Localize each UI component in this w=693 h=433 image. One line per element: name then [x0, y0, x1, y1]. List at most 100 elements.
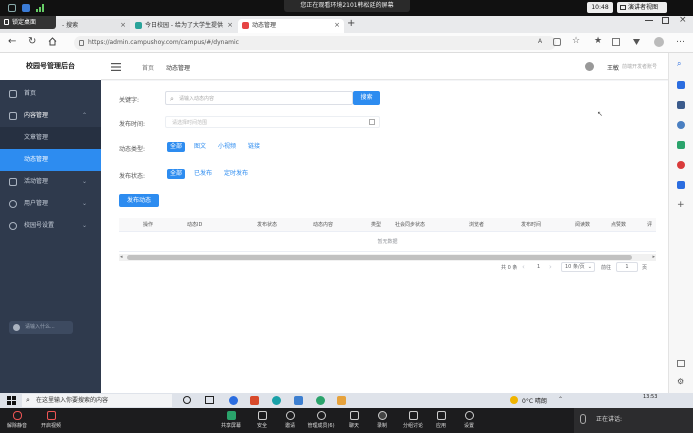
tag-icon[interactable]	[677, 81, 685, 89]
breakout-rooms-button[interactable]: 分组讨论	[400, 410, 426, 431]
scrollbar-thumb[interactable]	[127, 255, 632, 260]
panel-layout-icon[interactable]	[677, 360, 685, 367]
start-video-button[interactable]: 开启视频	[38, 410, 64, 431]
sidebar-item-home[interactable]: 首页	[0, 83, 101, 105]
close-icon[interactable]: ×	[227, 19, 233, 32]
security-button[interactable]: 安全	[249, 410, 275, 431]
sidebar-item-content[interactable]: 内容管理 ⌃	[0, 105, 101, 127]
new-tab-button[interactable]: +	[347, 18, 355, 29]
sidebar-item-dynamics[interactable]: 动态管理	[0, 149, 101, 171]
windows-start-icon[interactable]	[7, 396, 16, 405]
maximize-icon[interactable]	[662, 17, 669, 24]
lock-desktop-tip[interactable]: 锁定桌面	[0, 16, 56, 29]
breadcrumb-home[interactable]: 首页	[142, 63, 154, 72]
app-icon[interactable]	[250, 396, 259, 405]
record-button[interactable]: 录制	[369, 410, 395, 431]
menu-toggle-icon[interactable]	[111, 63, 121, 71]
gear-icon[interactable]: ⚙	[677, 377, 684, 386]
close-icon[interactable]: ×	[334, 19, 340, 32]
status-option-published[interactable]: 已发布	[191, 169, 215, 179]
collections-icon[interactable]	[612, 38, 620, 46]
window-close-icon[interactable]: ×	[679, 15, 687, 25]
taskbar-clock[interactable]: 13:53	[643, 394, 657, 400]
keyword-input[interactable]: ⌕ 请输入动态内容	[165, 91, 353, 105]
taskbar-search-input[interactable]: ⌕ 在这里输入你要搜索的内容	[22, 394, 172, 407]
settings-label: 设置	[463, 423, 474, 429]
chat-button[interactable]: 聊天	[341, 410, 367, 431]
goto-page-input[interactable]: 1	[616, 262, 638, 272]
add-icon[interactable]: +	[677, 200, 685, 210]
column-header: 类型	[371, 222, 382, 228]
type-option-image-text[interactable]: 图文	[191, 142, 209, 152]
more-menu-icon[interactable]: …	[676, 35, 685, 45]
unmute-button[interactable]: 解除静音	[4, 410, 30, 431]
user-account-info[interactable]: 前端开发者账号	[622, 63, 657, 70]
manage-participants-button[interactable]: 管理成员(6)	[305, 410, 337, 431]
publish-dynamic-button[interactable]: 发布动态	[119, 194, 159, 207]
favorite-star-icon[interactable]: ☆	[572, 36, 580, 46]
share-screen-button[interactable]: 共享屏幕	[218, 410, 244, 431]
cortana-icon[interactable]	[183, 396, 191, 404]
apps-button[interactable]: 应用	[428, 410, 454, 431]
presenter-view-icon	[620, 5, 626, 10]
invite-button[interactable]: 邀请	[277, 410, 303, 431]
read-aloud-icon[interactable]: A	[538, 38, 542, 45]
page-size-select[interactable]: 10 条/页 ⌄	[561, 262, 595, 272]
sidebar: 校园号管理后台 首页 内容管理 ⌃ 文章管理 动态管理 活动管理 ⌄ 用户管理 …	[0, 53, 101, 393]
search-icon[interactable]: ⌕	[677, 59, 681, 69]
drive-icon[interactable]	[677, 141, 685, 149]
weather-moon-icon	[510, 396, 518, 404]
outlook-icon[interactable]	[677, 181, 685, 189]
tray-chevron-up-icon[interactable]: ⌃	[558, 396, 563, 403]
minimize-icon[interactable]	[645, 20, 653, 21]
pagination-next-button[interactable]: ›	[549, 263, 552, 271]
home-icon[interactable]	[48, 37, 57, 46]
edge-browser-icon[interactable]	[272, 396, 281, 405]
search-button[interactable]: 搜索	[353, 91, 380, 105]
scroll-right-icon[interactable]: ▸	[652, 254, 655, 260]
type-option-link[interactable]: 链接	[245, 142, 263, 152]
toolbox-icon[interactable]	[677, 101, 685, 109]
user-avatar[interactable]	[585, 62, 594, 71]
folder-icon[interactable]	[337, 396, 346, 405]
sidebar-item-users[interactable]: 用户管理 ⌄	[0, 193, 101, 215]
tab-campus[interactable]: 今日校园 - 给为了大学生提供 ×	[131, 19, 237, 33]
task-view-icon[interactable]	[205, 396, 214, 404]
profile-avatar[interactable]	[654, 37, 664, 47]
extension-icon[interactable]	[632, 37, 641, 46]
reload-icon[interactable]: ↻	[28, 36, 36, 47]
user-icon	[9, 200, 17, 208]
type-option-short-video[interactable]: 小视频	[215, 142, 239, 152]
sidebar-item-articles[interactable]: 文章管理	[0, 127, 101, 149]
app-icon[interactable]	[229, 396, 238, 405]
tab-dynamic-management[interactable]: 动态管理 ×	[238, 19, 344, 33]
table-horizontal-scrollbar[interactable]: ◂ ▸	[119, 254, 656, 261]
close-icon[interactable]: ×	[120, 19, 126, 32]
app-icon[interactable]	[316, 396, 325, 405]
time-range-picker[interactable]: 请选择时间范围	[165, 116, 380, 128]
weather-text[interactable]: 0°C 晴朗	[522, 396, 547, 405]
column-header: 阅读数	[575, 222, 591, 228]
shield-icon	[8, 4, 16, 12]
url-input[interactable]: https://admin.campushoy.com/campus/#/dyn…	[74, 36, 556, 50]
pagination-prev-button[interactable]: ‹	[522, 263, 525, 271]
pagination-page[interactable]: 1	[537, 264, 540, 270]
office-icon[interactable]	[677, 161, 685, 169]
back-arrow-icon[interactable]: ←	[8, 36, 16, 47]
sidebar-item-label: 动态管理	[24, 156, 49, 163]
status-option-all[interactable]: 全部	[167, 169, 186, 179]
security-label: 安全	[256, 423, 267, 429]
manage-participants-label: 管理成员(6)	[307, 423, 335, 429]
type-option-all[interactable]: 全部	[167, 142, 186, 152]
reading-view-icon[interactable]	[553, 38, 561, 46]
sidebar-search-input[interactable]: 请输入什么...	[9, 321, 73, 334]
sidebar-item-activities[interactable]: 活动管理 ⌄	[0, 171, 101, 193]
status-option-scheduled[interactable]: 定时发布	[221, 169, 251, 179]
sidebar-item-settings[interactable]: 校园号设置 ⌄	[0, 215, 101, 237]
settings-button[interactable]: 设置	[456, 410, 482, 431]
person-icon[interactable]	[677, 121, 685, 129]
favorites-icon[interactable]: ★	[594, 36, 602, 46]
app-icon[interactable]	[294, 396, 303, 405]
presenter-view-button[interactable]: 演讲者视图	[617, 2, 667, 13]
scroll-left-icon[interactable]: ◂	[120, 254, 123, 260]
